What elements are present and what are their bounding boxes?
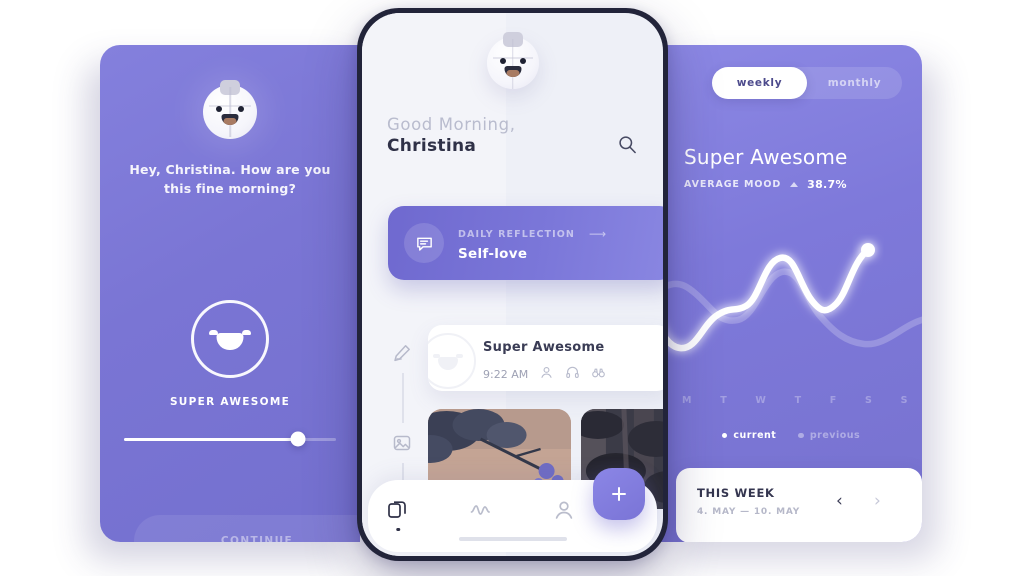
mascot-eye-left bbox=[499, 58, 506, 64]
left-panel-mood-onboarding: Hey, Christina. How are you this fine mo… bbox=[100, 45, 360, 542]
legend-dot-previous bbox=[798, 432, 804, 439]
legend-label-previous: previous bbox=[809, 430, 861, 441]
reflection-title: Self-love bbox=[458, 246, 528, 262]
mascot-mouth bbox=[221, 114, 239, 125]
period-segmented-control[interactable]: weekly monthly bbox=[712, 67, 902, 99]
this-week-title: THIS WEEK bbox=[697, 486, 775, 500]
greeting-line-1: Good Morning, bbox=[387, 115, 516, 134]
face-eye-right bbox=[242, 330, 251, 335]
mascot-seam-horizontal bbox=[492, 57, 533, 59]
axis-tick-6: S bbox=[900, 395, 908, 406]
nav-item-activity[interactable] bbox=[469, 498, 493, 522]
binoculars-icon bbox=[591, 365, 606, 384]
slider-fill bbox=[124, 438, 298, 441]
rail-divider-1 bbox=[402, 373, 404, 423]
axis-tick-2: W bbox=[755, 395, 767, 406]
axis-tick-0: M bbox=[682, 395, 692, 406]
robot-mascot-icon[interactable] bbox=[486, 32, 539, 89]
add-entry-button[interactable] bbox=[593, 468, 645, 520]
stats-title: Super Awesome bbox=[684, 145, 848, 169]
tab-weekly[interactable]: weekly bbox=[712, 67, 807, 99]
left-mascot-wrap bbox=[100, 80, 360, 139]
screenshot-stage: Hey, Christina. How are you this fine mo… bbox=[0, 0, 1024, 576]
average-mood-label: AVERAGE MOOD bbox=[684, 179, 782, 190]
chart-current-endpoint bbox=[861, 243, 875, 257]
this-week-card: THIS WEEK 4. MAY — 10. MAY ‹ › bbox=[676, 468, 922, 542]
phone-mascot-wrap bbox=[362, 32, 663, 89]
bottom-navigation-bar bbox=[368, 468, 657, 552]
image-icon[interactable] bbox=[392, 433, 412, 453]
axis-tick-3: T bbox=[794, 395, 802, 406]
search-icon[interactable] bbox=[618, 135, 637, 154]
headphones-icon bbox=[565, 365, 580, 384]
chat-bubble-icon bbox=[404, 223, 444, 263]
mascot-seam-vertical bbox=[229, 87, 231, 137]
legend-item-current: current bbox=[721, 430, 777, 441]
mood-label: SUPER AWESOME bbox=[169, 396, 291, 408]
average-mood-value: 38.7% bbox=[807, 178, 847, 191]
chevron-right-icon[interactable]: › bbox=[874, 493, 881, 510]
home-indicator bbox=[458, 536, 567, 541]
tab-monthly[interactable]: monthly bbox=[807, 67, 902, 99]
chart-x-axis: M T W T F S S bbox=[682, 395, 908, 406]
triangle-up-icon bbox=[790, 182, 799, 187]
greeting-block: Good Morning, Christina bbox=[387, 115, 516, 156]
greeting-text: Hey, Christina. How are you this fine mo… bbox=[129, 162, 331, 197]
entry-face-mouth bbox=[438, 357, 458, 370]
reflection-kicker: DAILY REFLECTION bbox=[458, 228, 575, 240]
mascot-mouth bbox=[504, 66, 521, 77]
happy-face-icon bbox=[428, 333, 476, 389]
slider-knob[interactable] bbox=[290, 431, 306, 447]
phone-screen: Good Morning, Christina DAILY REFLECTION… bbox=[362, 13, 663, 556]
this-week-range: 4. MAY — 10. MAY bbox=[697, 507, 801, 517]
entry-time: 9:22 AM bbox=[483, 368, 529, 381]
average-mood-row: AVERAGE MOOD 38.7% bbox=[684, 178, 847, 191]
legend-item-previous: previous bbox=[798, 430, 860, 441]
mascot-eye-right bbox=[519, 58, 526, 64]
greeting-line-2: Christina bbox=[387, 136, 477, 156]
legend-label-current: current bbox=[733, 430, 777, 441]
mascot-seam-vertical bbox=[511, 39, 514, 89]
right-panel-mood-stats: weekly monthly Super Awesome AVERAGE MOO… bbox=[660, 45, 922, 542]
nav-item-profile[interactable] bbox=[552, 498, 576, 522]
pencil-icon[interactable] bbox=[392, 343, 412, 363]
nav-items bbox=[386, 498, 576, 522]
mood-display: SUPER AWESOME bbox=[100, 300, 360, 408]
face-mouth bbox=[216, 333, 244, 350]
mascot-seam-horizontal bbox=[209, 105, 251, 107]
arrow-right-icon: ⟶ bbox=[588, 227, 607, 241]
mood-slider[interactable] bbox=[124, 431, 336, 447]
reflection-kicker-row: DAILY REFLECTION ⟶ bbox=[458, 228, 606, 240]
entry-title: Super Awesome bbox=[483, 340, 605, 355]
mascot-eye-right bbox=[238, 106, 244, 112]
phone-device-frame: Good Morning, Christina DAILY REFLECTION… bbox=[357, 8, 668, 561]
plus-icon bbox=[612, 487, 626, 501]
daily-reflection-card[interactable]: DAILY REFLECTION ⟶ Self-love bbox=[388, 206, 663, 280]
happy-face-icon bbox=[191, 300, 269, 378]
entry-meta-row: 9:22 AM bbox=[483, 365, 606, 384]
continue-button[interactable]: CONTINUE bbox=[134, 515, 360, 542]
mood-line-chart bbox=[660, 220, 922, 380]
person-icon bbox=[539, 365, 554, 384]
robot-mascot-icon bbox=[203, 80, 257, 139]
continue-button-label: CONTINUE bbox=[220, 535, 294, 542]
axis-tick-5: S bbox=[865, 395, 873, 406]
chevron-left-icon[interactable]: ‹ bbox=[836, 493, 843, 510]
chart-legend: current previous bbox=[660, 430, 922, 441]
timeline-entry-card[interactable]: Super Awesome 9:22 AM bbox=[428, 325, 663, 391]
nav-item-cards[interactable] bbox=[386, 498, 410, 522]
legend-dot-current bbox=[721, 432, 728, 439]
mascot-eye-left bbox=[216, 106, 222, 112]
axis-tick-1: T bbox=[720, 395, 728, 406]
axis-tick-4: F bbox=[829, 395, 837, 406]
